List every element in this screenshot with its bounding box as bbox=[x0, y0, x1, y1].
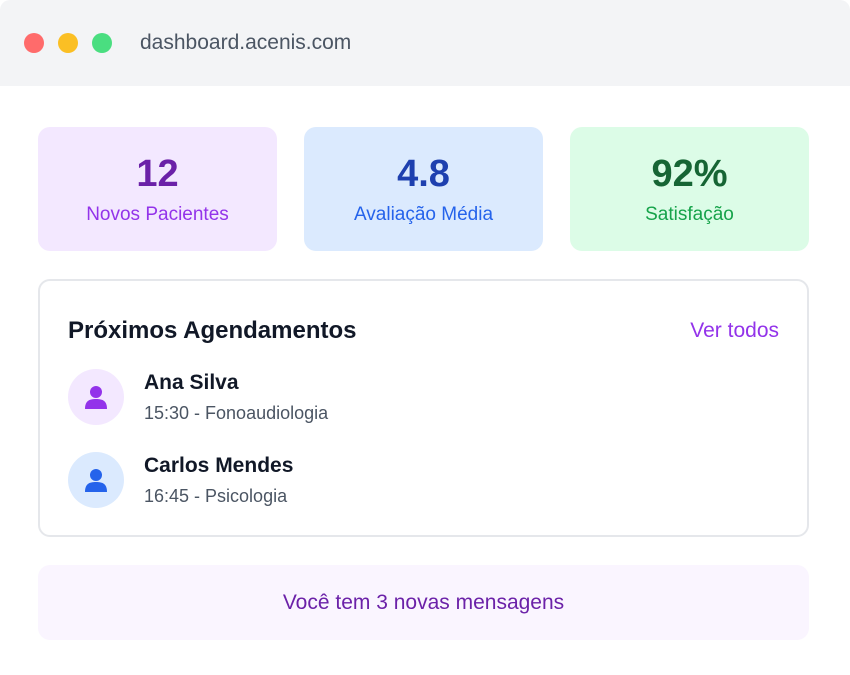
appointment-detail: 15:30 - Fonoaudiologia bbox=[144, 403, 329, 423]
close-window-button[interactable] bbox=[24, 33, 44, 53]
stat-value: 92% bbox=[651, 153, 728, 195]
user-icon bbox=[68, 452, 124, 508]
upcoming-appointments-card: Próximos Agendamentos Ver todos Ana Silv… bbox=[38, 279, 809, 537]
stat-card-average-rating: 4.8 Avaliação Média bbox=[304, 127, 543, 251]
stat-value: 4.8 bbox=[397, 153, 450, 195]
browser-window: dashboard.acenis.com 12 Novos Pacientes … bbox=[0, 0, 850, 675]
minimize-window-button[interactable] bbox=[58, 33, 78, 53]
stat-label: Satisfação bbox=[645, 204, 734, 225]
user-icon bbox=[68, 369, 124, 425]
new-messages-banner[interactable]: Você tem 3 novas mensagens bbox=[38, 565, 809, 640]
browser-titlebar: dashboard.acenis.com bbox=[0, 0, 850, 86]
patient-name: Carlos Mendes bbox=[144, 454, 294, 477]
maximize-window-button[interactable] bbox=[92, 33, 112, 53]
appointment-detail: 16:45 - Psicologia bbox=[144, 486, 288, 506]
stats-row: 12 Novos Pacientes 4.8 Avaliação Média 9… bbox=[38, 127, 809, 251]
appointment-item[interactable]: Ana Silva 15:30 - Fonoaudiologia bbox=[68, 369, 768, 427]
stat-card-new-patients: 12 Novos Pacientes bbox=[38, 127, 277, 251]
stat-card-satisfaction: 92% Satisfação bbox=[570, 127, 809, 251]
appointment-item[interactable]: Carlos Mendes 16:45 - Psicologia bbox=[68, 452, 768, 510]
address-bar-url[interactable]: dashboard.acenis.com bbox=[140, 31, 351, 55]
view-all-link[interactable]: Ver todos bbox=[690, 319, 779, 343]
stat-value: 12 bbox=[136, 153, 179, 195]
card-title: Próximos Agendamentos bbox=[68, 317, 357, 344]
patient-name: Ana Silva bbox=[144, 371, 239, 394]
stat-label: Novos Pacientes bbox=[86, 204, 229, 225]
stat-label: Avaliação Média bbox=[353, 204, 494, 225]
